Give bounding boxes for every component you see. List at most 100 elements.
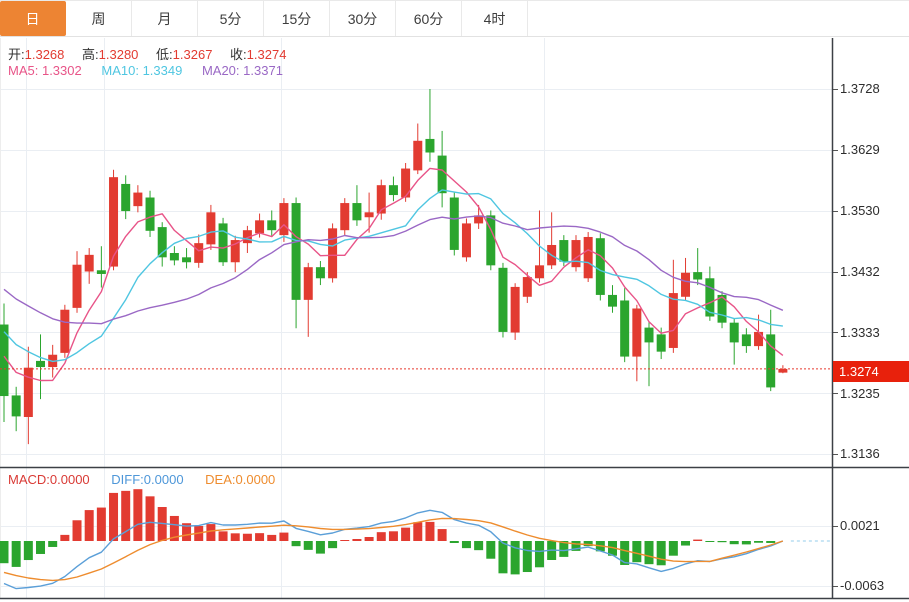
candle [632, 308, 641, 356]
candle [584, 237, 593, 278]
macd-bar [669, 541, 678, 556]
candle [596, 238, 605, 295]
macd-bar [450, 541, 459, 543]
ma5-value: MA5: 1.3302 [8, 63, 82, 78]
candle [559, 240, 568, 262]
candle [462, 223, 471, 257]
candle [340, 203, 349, 230]
candle [316, 267, 325, 278]
candle [608, 295, 617, 307]
macd-bar [523, 541, 532, 572]
macd-bar [718, 541, 727, 542]
candle [571, 240, 580, 267]
macd-bar [255, 533, 264, 541]
tab-day[interactable]: 日 [0, 1, 66, 36]
candle [742, 334, 751, 346]
macd-bar [73, 520, 82, 541]
candle [133, 193, 142, 207]
macd-bar [292, 541, 301, 546]
candle [778, 369, 787, 373]
y-axis-tick-label: 1.3432 [840, 264, 906, 279]
candle [60, 310, 69, 353]
macd-bar [632, 541, 641, 562]
ma-legend: MA5: 1.3302 MA10: 1.3349 MA20: 1.3371 [8, 63, 299, 78]
candle [413, 141, 422, 171]
candle [97, 270, 106, 274]
candle [535, 265, 544, 278]
candle [681, 273, 690, 297]
diff-line [4, 510, 783, 588]
macd-bar [535, 541, 544, 567]
candle [85, 255, 94, 272]
y-axis-tick-label: 1.3728 [840, 81, 906, 96]
macd-bar [474, 541, 483, 550]
macd-bar [705, 541, 714, 542]
tab-month[interactable]: 月 [132, 1, 198, 36]
macd-bar [486, 541, 495, 559]
macd-bar [219, 531, 228, 541]
dea-value: DEA:0.0000 [205, 472, 275, 487]
candle [328, 228, 337, 278]
macd-bar [742, 541, 751, 544]
candle [523, 277, 532, 297]
macd-bar [693, 540, 702, 541]
tab-week[interactable]: 周 [66, 1, 132, 36]
macd-bar [85, 510, 94, 541]
ma10-value: MA10: 1.3349 [101, 63, 182, 78]
macd-bar [36, 541, 45, 554]
macd-bar [365, 537, 374, 541]
high-value: 高:1.3280 [82, 47, 138, 62]
candle [498, 268, 507, 332]
candle [182, 257, 191, 262]
candle [12, 395, 21, 416]
candle [267, 220, 276, 230]
candles-layer [0, 89, 787, 444]
macd-bar [231, 533, 240, 541]
low-value: 低:1.3267 [156, 47, 212, 62]
kline-chart-panel: 日 周 月 5分 15分 30分 60分 4时 开:1.3268 高:1.328… [0, 0, 909, 602]
candle [219, 223, 228, 262]
ma20-value: MA20: 1.3371 [202, 63, 283, 78]
macd-bar [425, 522, 434, 541]
candle [645, 328, 654, 343]
candle [425, 139, 434, 153]
candle [365, 212, 374, 217]
y-axis-tick-label: 1.3235 [840, 386, 906, 401]
macd-bar [12, 541, 21, 567]
macd-bar [97, 508, 106, 541]
macd-bar [60, 535, 69, 541]
candle [511, 287, 520, 333]
candle [146, 198, 155, 231]
macd-bar [498, 541, 507, 573]
macd-bar [352, 539, 361, 541]
macd-bar [413, 522, 422, 541]
tab-4hour[interactable]: 4时 [462, 1, 528, 36]
macd-bar [766, 541, 775, 543]
y-axis-tick-label: 1.3136 [840, 446, 906, 461]
tab-30min[interactable]: 30分 [330, 1, 396, 36]
candle [206, 212, 215, 244]
macd-axis-tick-label: 0.0021 [840, 518, 906, 533]
dea-line [4, 518, 783, 580]
tab-5min[interactable]: 5分 [198, 1, 264, 36]
candle [36, 361, 45, 367]
macd-bar [133, 489, 142, 541]
macd-bar [146, 496, 155, 541]
candle [121, 184, 130, 211]
macd-bar [340, 540, 349, 541]
ohlc-header: 开:1.3268 高:1.3280 低:1.3267 收:1.3274 [8, 44, 300, 63]
chart-canvas[interactable] [0, 0, 909, 602]
macd-axis-tick-label: -0.0063 [840, 578, 906, 593]
macd-bar [657, 541, 666, 565]
tabbar-filler [528, 1, 909, 36]
macd-bar [243, 534, 252, 541]
macd-bar [304, 541, 313, 550]
macd-bar [681, 541, 690, 546]
macd-bar [48, 541, 57, 547]
candle [73, 265, 82, 308]
tab-60min[interactable]: 60分 [396, 1, 462, 36]
candle [24, 368, 33, 417]
y-axis-tick-label: 1.3333 [840, 325, 906, 340]
tab-15min[interactable]: 15分 [264, 1, 330, 36]
macd-bar [109, 493, 118, 541]
